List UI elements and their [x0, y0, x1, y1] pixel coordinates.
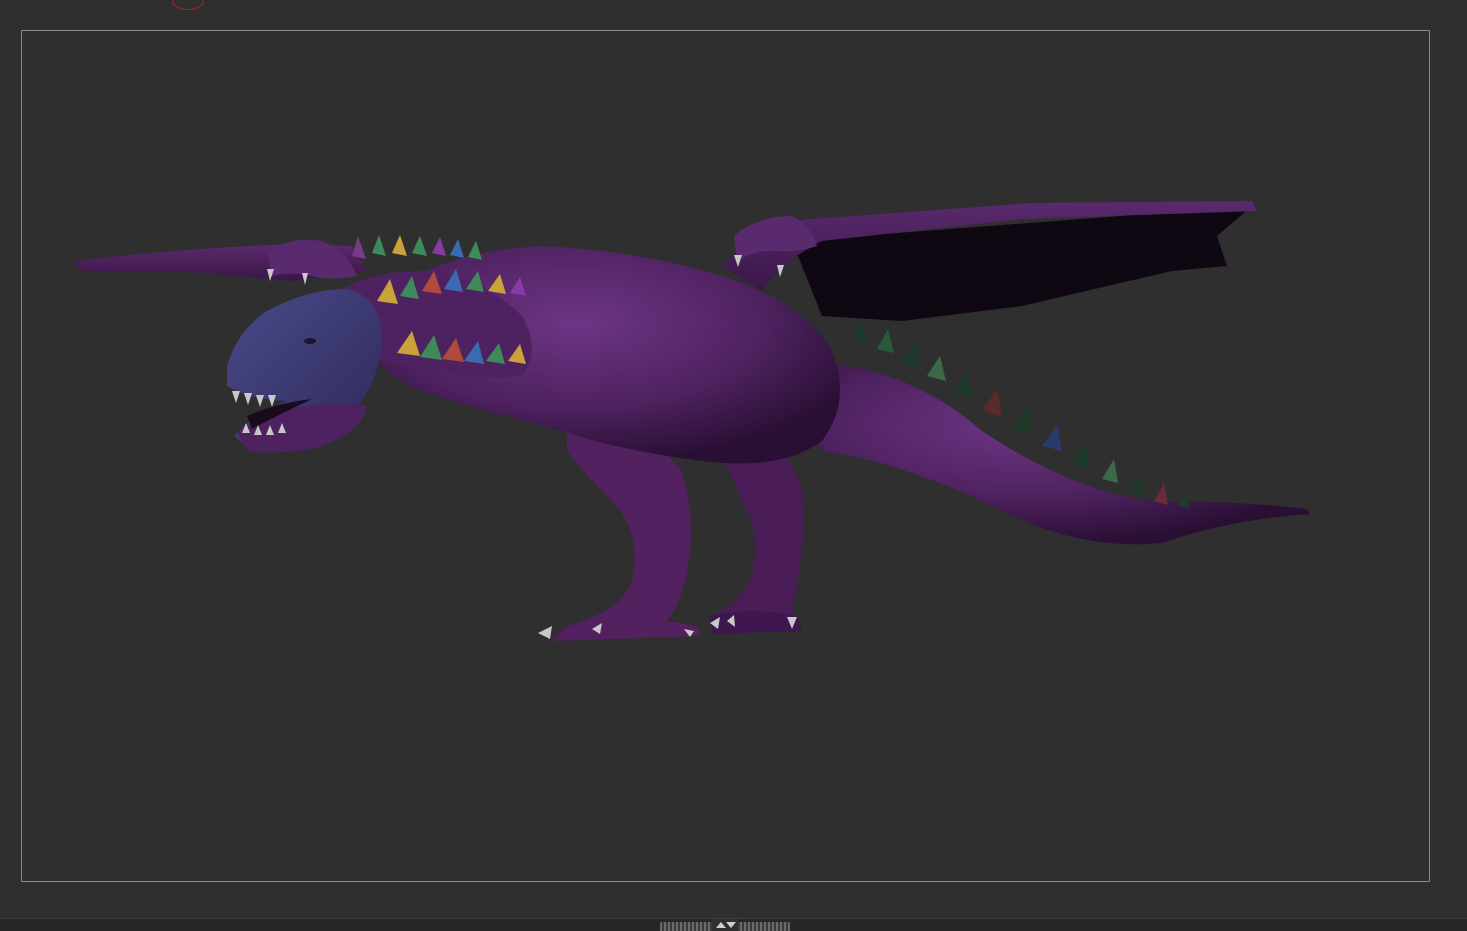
app-window: [0, 0, 1467, 931]
tail: [792, 361, 1310, 545]
record-indicator-icon: [172, 0, 204, 10]
dragon-model[interactable]: [22, 31, 1431, 883]
eye: [304, 338, 316, 344]
expand-collapse-arrows-icon[interactable]: [712, 919, 738, 931]
lower-jaw: [237, 403, 367, 453]
3d-viewport[interactable]: [21, 30, 1430, 882]
hind-foot-right: [710, 611, 802, 634]
left-wing-hand: [267, 239, 357, 279]
